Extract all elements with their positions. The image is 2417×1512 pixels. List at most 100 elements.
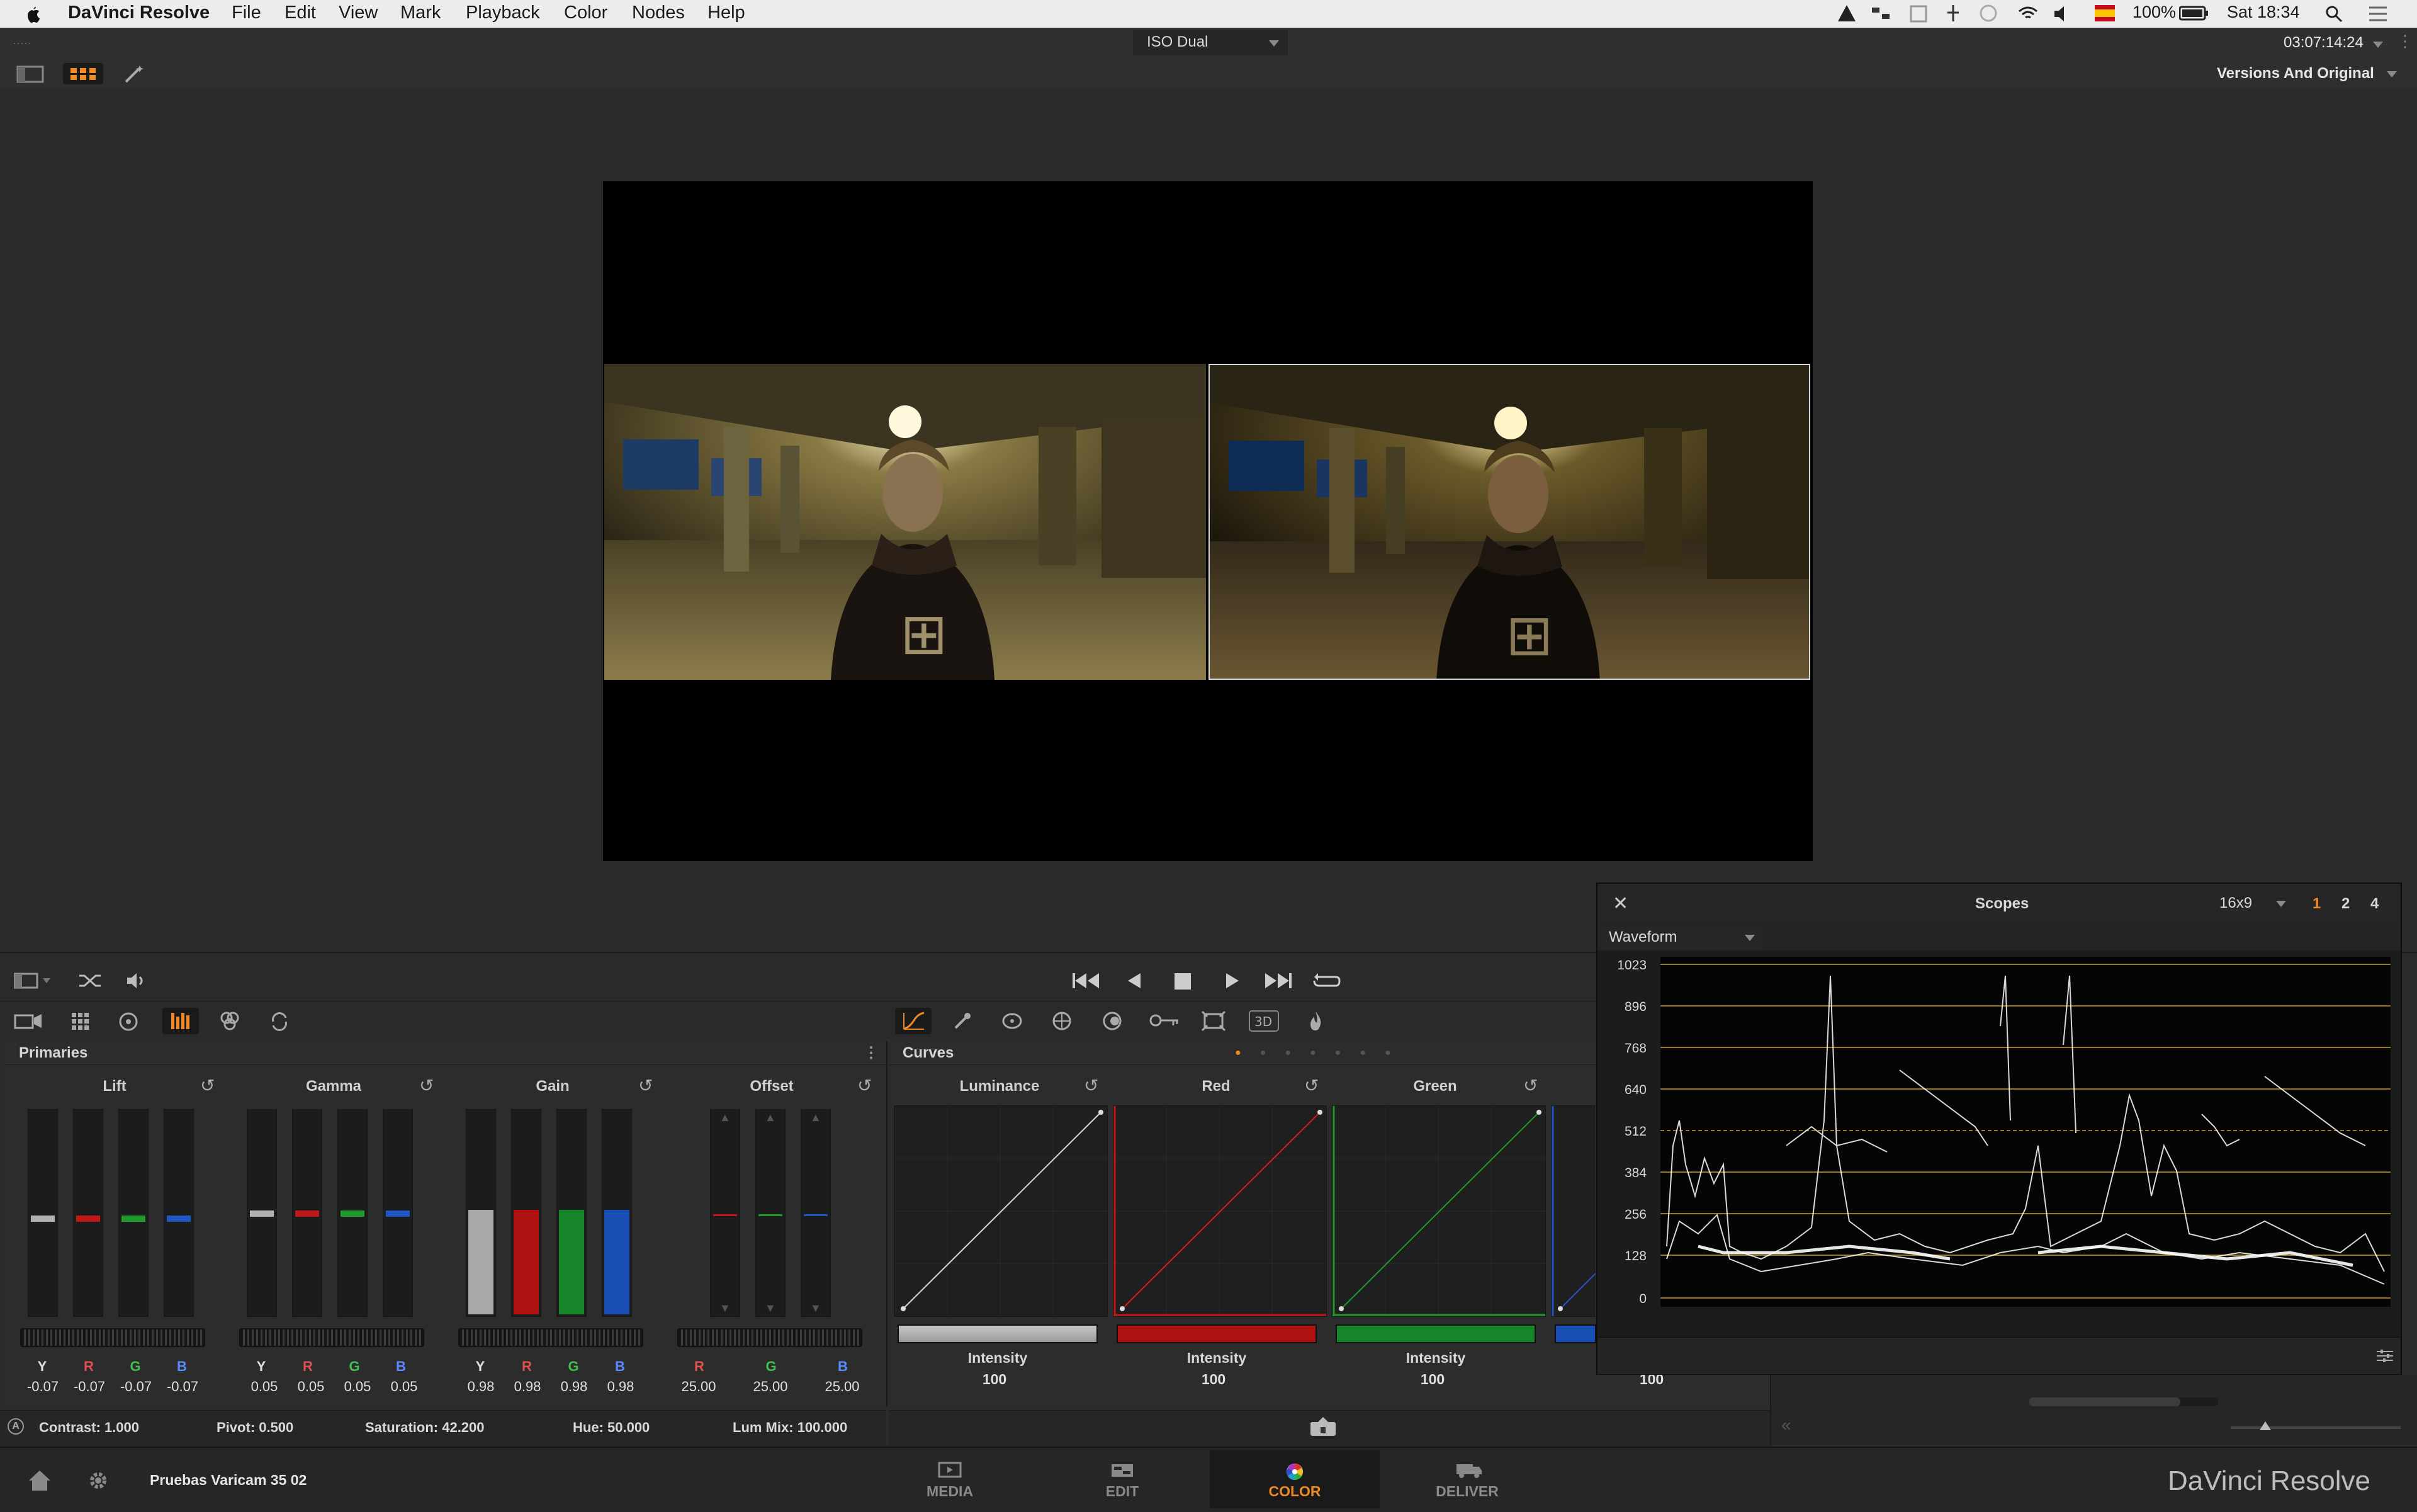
skip-to-end-icon[interactable]	[1264, 972, 1293, 990]
lift-y-slider[interactable]	[28, 1109, 58, 1317]
red-intensity-value[interactable]: 100	[1176, 1371, 1251, 1388]
offset-reset-icon[interactable]: ↺	[857, 1075, 872, 1096]
blur-icon[interactable]	[1101, 1010, 1123, 1032]
gain-master-jog[interactable]	[458, 1328, 643, 1347]
hue-field[interactable]: Hue: 50.000	[573, 1419, 650, 1436]
qualifier-eyedropper-icon[interactable]	[953, 1012, 972, 1030]
offset-r-slider[interactable]: ▲ ▼	[710, 1109, 740, 1317]
primaries-bars-icon[interactable]	[162, 1008, 199, 1034]
spotlight-icon[interactable]	[2325, 5, 2343, 23]
motion-effects-icon[interactable]	[269, 1012, 290, 1032]
gamma-y-slider[interactable]	[247, 1109, 277, 1317]
red-intensity-bar[interactable]	[1117, 1324, 1317, 1343]
lift-r-slider[interactable]	[73, 1109, 103, 1317]
zoom-slider[interactable]	[2231, 1421, 2401, 1430]
lift-g-slider[interactable]	[118, 1109, 149, 1317]
home-icon[interactable]	[28, 1469, 52, 1492]
magic-wand-icon[interactable]	[123, 64, 145, 83]
lift-reset-icon[interactable]: ↺	[200, 1075, 215, 1096]
drive-icon[interactable]	[1837, 4, 1857, 23]
menu-color[interactable]: Color	[564, 3, 607, 23]
auto-balance-icon[interactable]: A	[8, 1418, 24, 1435]
offset-master-jog[interactable]	[677, 1328, 862, 1347]
curves-page-dots[interactable]: ●●●●●●●	[1235, 1041, 1410, 1065]
time-machine-icon[interactable]	[1979, 4, 1998, 23]
offset-value-r[interactable]: 25.00	[673, 1379, 724, 1395]
location-icon[interactable]	[1945, 4, 1961, 24]
gain-y-slider[interactable]	[466, 1109, 496, 1317]
blue-intensity-bar[interactable]	[1555, 1324, 1596, 1343]
volume-icon[interactable]	[2053, 5, 2071, 23]
lift-value-g[interactable]: -0.07	[111, 1379, 161, 1395]
page-edit[interactable]: EDIT	[1037, 1450, 1207, 1508]
audio-icon[interactable]	[126, 972, 149, 990]
timecode-dropdown-icon[interactable]	[2373, 42, 2383, 48]
gallery-grid-icon[interactable]	[63, 63, 103, 84]
menu-edit[interactable]: Edit	[285, 3, 316, 23]
panel-menu-icon[interactable]: ⋮	[864, 1041, 879, 1065]
gear-icon[interactable]	[87, 1469, 110, 1492]
viewer-canvas[interactable]: ⊞ ⊞	[603, 181, 1813, 861]
gain-value-g[interactable]: 0.98	[549, 1379, 599, 1395]
scope-settings-icon[interactable]	[2375, 1348, 2394, 1364]
scopes-layout-4[interactable]: 4	[2370, 895, 2379, 913]
single-viewer-icon[interactable]	[16, 65, 44, 83]
grip-handle[interactable]: ·····	[13, 37, 31, 50]
pivot-field[interactable]: Pivot: 0.500	[217, 1419, 293, 1436]
loop-icon[interactable]	[1313, 972, 1341, 990]
lift-value-b[interactable]: -0.07	[157, 1379, 208, 1395]
app-menu-name[interactable]: DaVinci Resolve	[68, 3, 210, 23]
stereo-3d-icon[interactable]: 3D	[1249, 1010, 1279, 1032]
skip-to-start-icon[interactable]	[1071, 972, 1100, 990]
luminance-curve-graph[interactable]	[894, 1105, 1108, 1317]
gain-value-b[interactable]: 0.98	[595, 1379, 646, 1395]
gamma-g-slider[interactable]	[337, 1109, 368, 1317]
green-reset-icon[interactable]: ↺	[1523, 1075, 1538, 1096]
gamma-r-slider[interactable]	[292, 1109, 322, 1317]
grid-icon[interactable]	[1910, 5, 1927, 23]
gamma-master-jog[interactable]	[239, 1328, 424, 1347]
gamma-value-g[interactable]: 0.05	[332, 1379, 383, 1395]
apple-icon[interactable]	[24, 4, 42, 24]
lift-value-y[interactable]: -0.07	[18, 1379, 68, 1395]
versions-dropdown[interactable]: Versions And Original	[2217, 62, 2406, 86]
menu-nodes[interactable]: Nodes	[632, 3, 685, 23]
red-reset-icon[interactable]: ↺	[1304, 1075, 1319, 1096]
back-arrow-icon[interactable]: «	[1781, 1415, 1791, 1435]
gain-value-r[interactable]: 0.98	[502, 1379, 553, 1395]
lum-mix-field[interactable]: Lum Mix: 100.000	[733, 1419, 847, 1436]
fx-flame-icon[interactable]	[1307, 1010, 1324, 1032]
scopes-layout-2[interactable]: 2	[2341, 895, 2350, 913]
green-intensity-bar[interactable]	[1336, 1324, 1536, 1343]
gamma-b-slider[interactable]	[383, 1109, 413, 1317]
wifi-icon[interactable]	[2017, 4, 2039, 23]
network-icon[interactable]	[1871, 5, 1892, 23]
page-media[interactable]: MEDIA	[865, 1450, 1035, 1508]
blue-curve-graph[interactable]	[1551, 1105, 1596, 1317]
input-flag-icon[interactable]	[2095, 5, 2115, 21]
waveform-plot[interactable]	[1660, 957, 2391, 1307]
rgb-mixer-icon[interactable]	[219, 1010, 240, 1032]
shuffle-icon[interactable]	[78, 972, 103, 990]
curves-tool-icon[interactable]	[895, 1008, 932, 1034]
gamma-reset-icon[interactable]: ↺	[419, 1075, 434, 1096]
menu-view[interactable]: View	[339, 3, 378, 23]
viewer-mode-dropdown[interactable]: ISO Dual	[1133, 30, 1288, 55]
lift-value-r[interactable]: -0.07	[64, 1379, 115, 1395]
notification-center-icon[interactable]	[2368, 5, 2388, 23]
gamma-value-r[interactable]: 0.05	[286, 1379, 336, 1395]
green-curve-graph[interactable]	[1332, 1105, 1546, 1317]
options-dots-icon[interactable]: ⋮	[2397, 31, 2413, 51]
red-curve-graph[interactable]	[1113, 1105, 1327, 1317]
home-up-icon[interactable]	[1309, 1417, 1337, 1437]
power-window-icon[interactable]	[1001, 1010, 1023, 1032]
sizing-icon[interactable]	[1201, 1010, 1226, 1032]
contrast-field[interactable]: Contrast: 1.000	[39, 1419, 139, 1436]
viewer-layout-icon[interactable]	[14, 972, 52, 990]
tracker-icon[interactable]	[1051, 1010, 1073, 1032]
luminance-intensity-value[interactable]: 100	[957, 1371, 1032, 1388]
close-icon[interactable]: ✕	[1613, 893, 1628, 915]
lift-b-slider[interactable]	[164, 1109, 194, 1317]
menu-file[interactable]: File	[232, 3, 261, 23]
menu-help[interactable]: Help	[707, 3, 745, 23]
